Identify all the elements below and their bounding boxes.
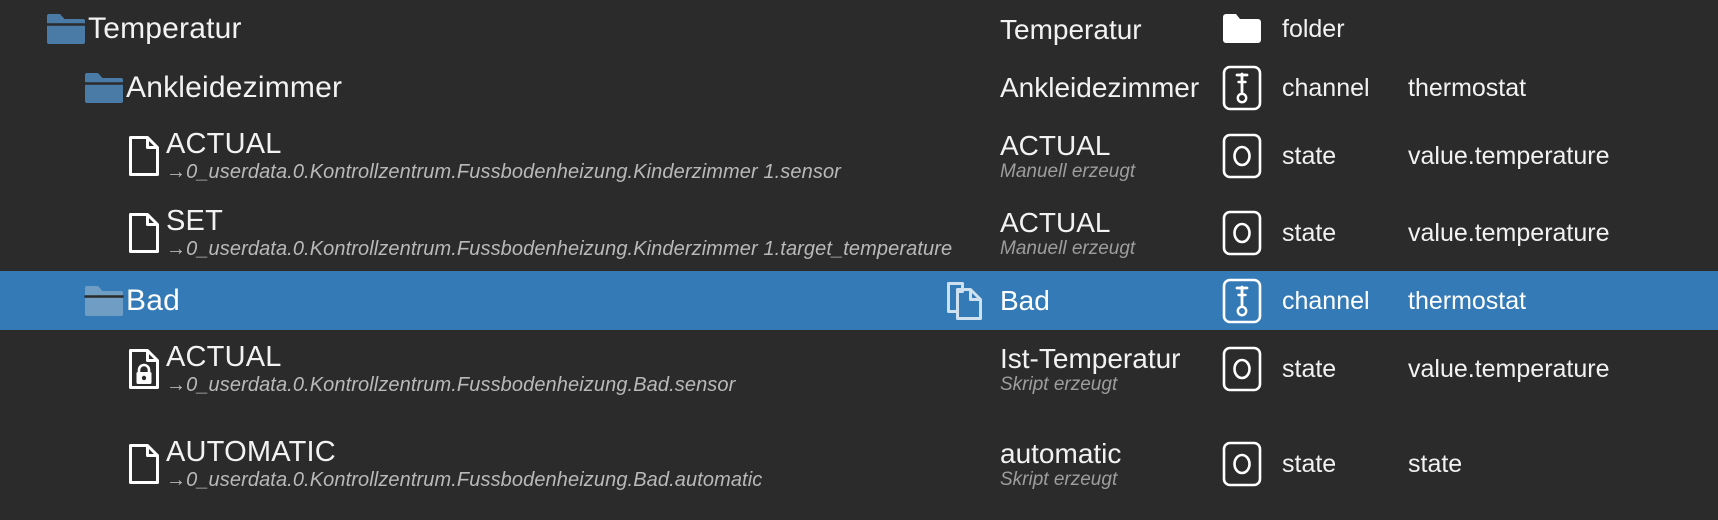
object-type-label: state — [1282, 219, 1337, 247]
object-origin-text: Manuell erzeugt — [1000, 160, 1136, 182]
tree-labels: Ankleidezimmer — [126, 71, 1000, 105]
tree-row-path: →0_userdata.0.Kontrollzentrum.Fussbodenh… — [166, 160, 841, 183]
folder-open-icon — [44, 6, 88, 52]
objects-tree-view: Temperatur Temperatur folder Ankleidezimm… — [0, 0, 1718, 520]
file-icon — [122, 133, 166, 179]
object-name: Ist-Temperatur Skript erzeugt — [1000, 343, 1200, 396]
object-role-label: state — [1408, 450, 1463, 478]
thermostat-channel-icon — [1222, 278, 1268, 324]
object-name: Ankleidezimmer — [1000, 72, 1200, 103]
tree-row-bad-automatic[interactable]: AUTOMATIC →0_userdata.0.Kontrollzentrum.F… — [0, 408, 1718, 520]
object-type-label: channel — [1282, 286, 1370, 315]
detail-cell-temperatur: Temperatur folder — [1000, 0, 1718, 58]
file-locked-icon — [122, 346, 166, 392]
object-name-text: automatic — [1000, 437, 1122, 469]
object-name-text: Ankleidezimmer — [1000, 72, 1200, 103]
state-icon — [1222, 210, 1268, 256]
tree-cell-ankleidezimmer[interactable]: Ankleidezimmer — [0, 58, 1000, 117]
object-role-label: thermostat — [1408, 73, 1527, 102]
object-name: ACTUAL Manuell erzeugt — [1000, 207, 1200, 260]
detail-cell-ankleidezimmer: Ankleidezimmer channel thermostat — [1000, 58, 1718, 117]
tree-row-ankleidezimmer-set[interactable]: SET →0_userdata.0.Kontrollzentrum.Fussbod… — [0, 195, 1718, 271]
tree-row-title: ACTUAL — [166, 128, 282, 160]
object-name: Temperatur — [1000, 14, 1200, 45]
tree-row-temperatur[interactable]: Temperatur Temperatur folder — [0, 0, 1718, 58]
file-icon — [122, 441, 166, 487]
object-name-text: Temperatur — [1000, 13, 1142, 45]
tree-row-bad-actual[interactable]: ACTUAL →0_userdata.0.Kontrollzentrum.Fuss… — [0, 330, 1718, 408]
tree-cell-ankleidezimmer-actual[interactable]: ACTUAL →0_userdata.0.Kontrollzentrum.Fuss… — [0, 117, 1000, 195]
object-type-label: folder — [1282, 15, 1345, 43]
tree-row-title: AUTOMATIC — [166, 436, 336, 468]
thermostat-channel-icon — [1222, 65, 1268, 111]
object-name: Bad — [1000, 285, 1200, 316]
tree-row-title: Bad — [126, 283, 180, 317]
state-icon — [1222, 441, 1268, 487]
folder-icon — [1222, 13, 1268, 45]
object-type-label: channel — [1282, 73, 1370, 102]
object-role-label: value.temperature — [1408, 355, 1610, 383]
tree-labels: Bad — [126, 284, 1000, 318]
object-name: ACTUAL Manuell erzeugt — [1000, 130, 1200, 183]
tree-row-title: Ankleidezimmer — [126, 70, 343, 104]
object-name-text: Bad — [1000, 285, 1050, 316]
tree-labels: Temperatur — [88, 12, 1000, 46]
tree-cell-bad-actual[interactable]: ACTUAL →0_userdata.0.Kontrollzentrum.Fuss… — [0, 330, 1000, 408]
object-type-label: state — [1282, 355, 1337, 383]
detail-cell-bad: Bad channel thermostat — [1000, 271, 1718, 330]
folder-open-icon — [82, 65, 126, 111]
tree-row-ankleidezimmer-actual[interactable]: ACTUAL →0_userdata.0.Kontrollzentrum.Fuss… — [0, 117, 1718, 195]
tree-cell-ankleidezimmer-set[interactable]: SET →0_userdata.0.Kontrollzentrum.Fussbod… — [0, 195, 1000, 271]
tree-row-path: →0_userdata.0.Kontrollzentrum.Fussbodenh… — [166, 373, 736, 396]
tree-cell-bad-automatic[interactable]: AUTOMATIC →0_userdata.0.Kontrollzentrum.F… — [0, 408, 1000, 520]
object-type-label: state — [1282, 450, 1337, 478]
folder-open-icon — [82, 278, 126, 324]
object-role-label: value.temperature — [1408, 219, 1610, 247]
tree-row-path: →0_userdata.0.Kontrollzentrum.Fussbodenh… — [166, 237, 953, 260]
detail-cell-ankleidezimmer-actual: ACTUAL Manuell erzeugt state value.tempera… — [1000, 117, 1718, 195]
tree-row-path: →0_userdata.0.Kontrollzentrum.Fussbodenh… — [166, 468, 763, 491]
detail-cell-bad-actual: Ist-Temperatur Skript erzeugt state value.… — [1000, 330, 1718, 408]
object-name-text: ACTUAL — [1000, 129, 1111, 161]
tree-cell-bad[interactable]: Bad — [0, 271, 1000, 330]
tree-row-bad[interactable]: Bad Bad channel thermostat — [0, 271, 1718, 330]
tree-labels: ACTUAL →0_userdata.0.Kontrollzentrum.Fuss… — [166, 129, 1000, 184]
state-icon — [1222, 133, 1268, 179]
object-name: automatic Skript erzeugt — [1000, 438, 1200, 491]
tree-row-title: ACTUAL — [166, 341, 282, 373]
tree-labels: AUTOMATIC →0_userdata.0.Kontrollzentrum.F… — [166, 437, 1000, 492]
tree-row-ankleidezimmer[interactable]: Ankleidezimmer Ankleidezimmer channel ther… — [0, 58, 1718, 117]
detail-cell-ankleidezimmer-set: ACTUAL Manuell erzeugt state value.tempera… — [1000, 195, 1718, 271]
object-name-text: ACTUAL — [1000, 206, 1111, 238]
copy-icon[interactable] — [945, 281, 985, 321]
state-icon — [1222, 346, 1268, 392]
file-icon — [122, 210, 166, 256]
tree-labels: SET →0_userdata.0.Kontrollzentrum.Fussbod… — [166, 206, 1000, 261]
tree-labels: ACTUAL →0_userdata.0.Kontrollzentrum.Fuss… — [166, 342, 1000, 397]
object-name-text: Ist-Temperatur — [1000, 342, 1181, 374]
tree-row-title: Temperatur — [88, 12, 242, 45]
detail-cell-bad-automatic: automatic Skript erzeugt state state — [1000, 408, 1718, 520]
object-type-label: state — [1282, 142, 1337, 170]
object-origin-text: Manuell erzeugt — [1000, 237, 1136, 259]
object-role-label: value.temperature — [1408, 142, 1610, 170]
object-origin-text: Skript erzeugt — [1000, 373, 1118, 395]
object-origin-text: Skript erzeugt — [1000, 468, 1118, 490]
object-role-label: thermostat — [1408, 286, 1527, 315]
tree-cell-temperatur[interactable]: Temperatur — [0, 0, 1000, 58]
tree-row-title: SET — [166, 205, 223, 237]
